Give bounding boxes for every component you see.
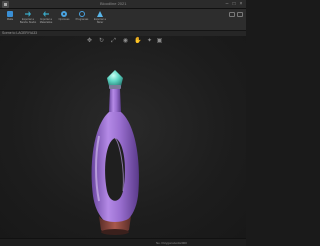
ribbon-toolbar: Malla Exportar a Bambu Studio Importar a…	[0, 9, 246, 31]
panel-icon[interactable]	[229, 12, 235, 17]
camera-icon[interactable]: ▣	[156, 38, 163, 45]
tool-mesh-button[interactable]: Malla	[3, 10, 17, 30]
plane-icon	[97, 11, 103, 17]
tool-options-button[interactable]: Opciones	[57, 10, 71, 30]
stopper-gem	[107, 70, 123, 86]
tool-label: Programas	[75, 18, 89, 21]
magnifier-icon	[79, 11, 85, 17]
status-bar: No. Polygons/units/000	[0, 238, 246, 246]
bottle-foot	[101, 229, 129, 235]
viewport-toolbar: ✥ ↻ ⤢ ◉ ✋ ✦ ▣	[84, 38, 164, 48]
tool-label: Malla	[6, 18, 14, 21]
minimize-icon[interactable]: –	[224, 1, 230, 7]
app-window: Bloodline 2021 – □ × Malla Exportar a Ba…	[0, 0, 246, 246]
view-icon[interactable]: ◉	[122, 38, 129, 45]
tool-label: Opciones	[58, 18, 70, 21]
maximize-icon[interactable]: □	[231, 1, 237, 7]
window-icon[interactable]	[237, 12, 243, 17]
app-icon	[2, 1, 9, 8]
3d-viewport[interactable]: ✥ ↻ ⤢ ◉ ✋ ✦ ▣	[0, 36, 246, 238]
tool-label: Importar a Materialise	[39, 18, 53, 24]
perfume-bottle-model[interactable]	[85, 66, 145, 246]
tool-export-bambu-button[interactable]: Exportar a Bambu Studio	[19, 10, 37, 30]
tool-programs-button[interactable]: Programas	[75, 10, 89, 30]
export-icon	[25, 11, 31, 17]
hand-icon[interactable]: ✋	[134, 38, 141, 45]
import-icon	[43, 11, 49, 17]
tool-import-materialise-button[interactable]: Importar a Materialise	[39, 10, 53, 30]
mesh-icon	[7, 11, 13, 17]
bottle-neck	[109, 89, 121, 112]
tool-export-slicer-button[interactable]: Exportar a Slicer	[93, 10, 107, 30]
stopper-collar	[109, 85, 121, 89]
tool-label: Exportar a Slicer	[94, 18, 106, 24]
title-bar: Bloodline 2021 – □ ×	[0, 0, 246, 9]
rotate-icon[interactable]: ↻	[98, 38, 105, 45]
window-title: Bloodline 2021	[100, 1, 127, 6]
gear-icon	[61, 11, 67, 17]
status-text: No. Polygons/units/000	[156, 241, 187, 245]
scale-icon[interactable]: ⤢	[110, 38, 117, 45]
tool-label: Exportar a Bambu Studio	[19, 18, 37, 24]
light-icon[interactable]: ✦	[146, 38, 153, 45]
close-icon[interactable]: ×	[238, 1, 244, 7]
move-icon[interactable]: ✥	[86, 38, 93, 45]
